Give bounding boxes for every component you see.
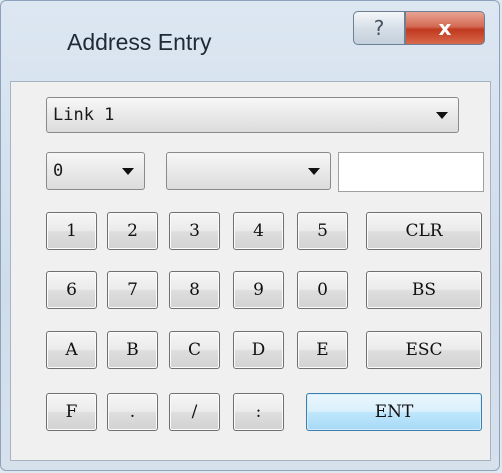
key-slash[interactable]: / [169, 393, 220, 431]
chevron-down-icon [308, 167, 320, 175]
key-label: ENT [374, 402, 414, 422]
help-icon: ? [373, 16, 385, 40]
address-entry-dialog: Address Entry ? x Link 1 0 1 2 3 4 5 CLR… [0, 0, 500, 471]
backspace-button[interactable]: BS [366, 271, 482, 309]
key-label: E [316, 340, 329, 360]
key-period[interactable]: . [107, 393, 158, 431]
help-button[interactable]: ? [353, 11, 405, 45]
key-label: : [255, 402, 262, 422]
key-label: 9 [253, 280, 264, 300]
dialog-body: Link 1 0 1 2 3 4 5 CLR 6 7 8 9 0 BS A B … [10, 81, 491, 461]
key-label: 2 [127, 221, 138, 241]
close-button[interactable]: x [405, 11, 485, 45]
key-label: A [65, 340, 78, 360]
key-9[interactable]: 9 [233, 271, 284, 309]
key-8[interactable]: 8 [169, 271, 220, 309]
key-label: B [126, 340, 139, 360]
key-label: CLR [405, 221, 443, 241]
key-label: 5 [317, 221, 328, 241]
clear-button[interactable]: CLR [366, 212, 482, 250]
link-select[interactable]: Link 1 [46, 97, 459, 133]
chevron-down-icon [122, 167, 134, 175]
key-2[interactable]: 2 [107, 212, 158, 250]
key-label: 1 [66, 221, 77, 241]
key-label: . [129, 402, 136, 422]
key-label: 0 [317, 280, 328, 300]
escape-button[interactable]: ESC [366, 331, 482, 369]
link-select-value: Link 1 [53, 105, 115, 125]
key-label: / [191, 402, 198, 422]
enter-button[interactable]: ENT [306, 393, 482, 431]
key-a[interactable]: A [46, 331, 97, 369]
key-b[interactable]: B [107, 331, 158, 369]
key-1[interactable]: 1 [46, 212, 97, 250]
key-label: F [65, 402, 78, 422]
key-4[interactable]: 4 [233, 212, 284, 250]
key-label: D [251, 340, 266, 360]
key-label: 8 [189, 280, 200, 300]
address-type-select[interactable] [166, 152, 331, 190]
device-number-value: 0 [53, 161, 64, 181]
key-label: BS [411, 280, 437, 300]
key-f[interactable]: F [46, 393, 97, 431]
key-label: 4 [253, 221, 264, 241]
window-title: Address Entry [67, 29, 212, 55]
close-icon: x [438, 16, 452, 40]
device-number-select[interactable]: 0 [46, 152, 145, 190]
address-input[interactable] [338, 152, 484, 192]
title-bar[interactable]: Address Entry ? x [1, 1, 499, 83]
chevron-down-icon [436, 111, 448, 119]
key-5[interactable]: 5 [297, 212, 348, 250]
key-label: 7 [127, 280, 138, 300]
key-0[interactable]: 0 [297, 271, 348, 309]
key-3[interactable]: 3 [169, 212, 220, 250]
key-d[interactable]: D [233, 331, 284, 369]
key-label: 6 [66, 280, 77, 300]
key-c[interactable]: C [169, 331, 220, 369]
key-label: 3 [189, 221, 200, 241]
key-colon[interactable]: : [233, 393, 284, 431]
key-label: ESC [405, 340, 443, 360]
key-7[interactable]: 7 [107, 271, 158, 309]
key-6[interactable]: 6 [46, 271, 97, 309]
key-label: C [187, 340, 201, 360]
key-e[interactable]: E [297, 331, 348, 369]
